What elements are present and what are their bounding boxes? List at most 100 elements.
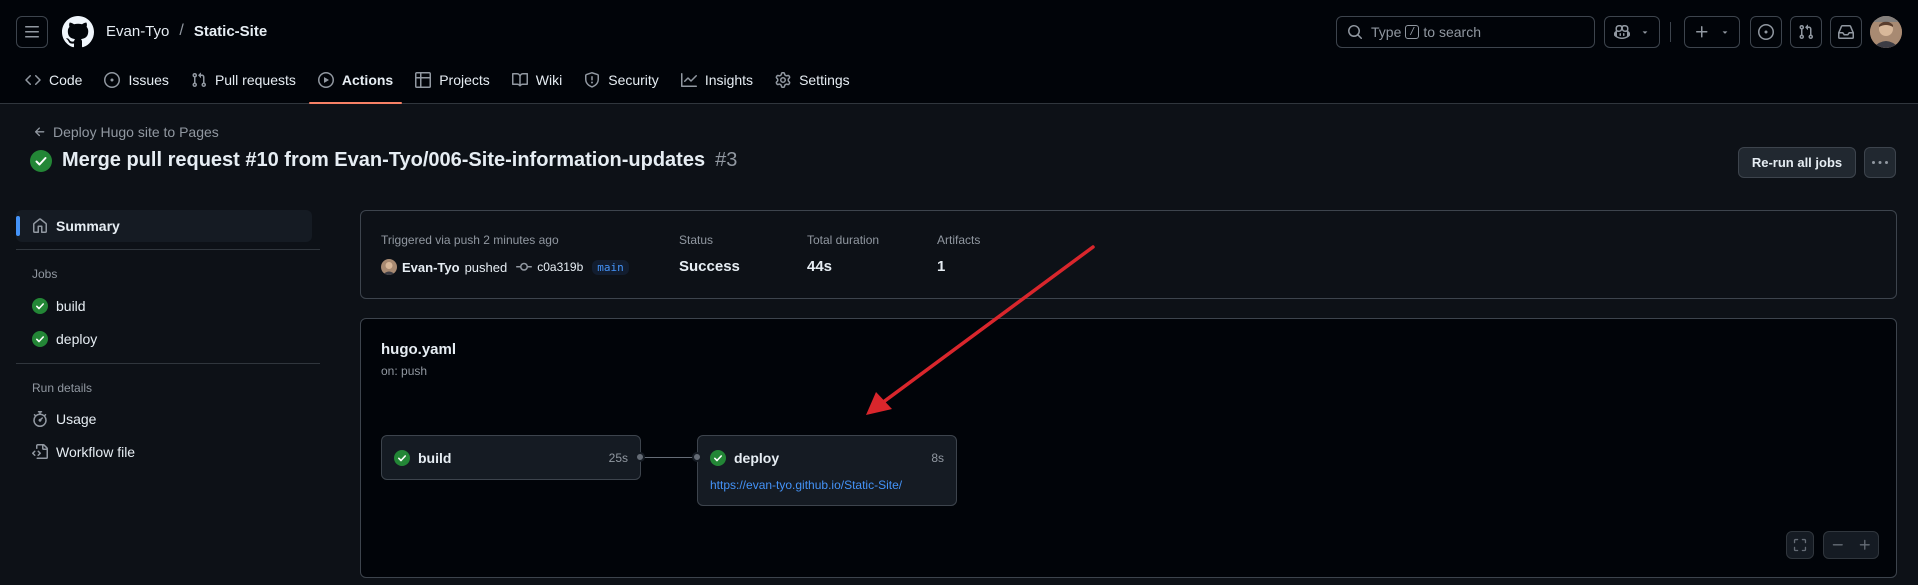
tab-insights-label: Insights <box>704 72 754 88</box>
breadcrumb-separator: / <box>179 22 184 39</box>
code-icon <box>25 74 41 86</box>
job-connector-line <box>640 457 697 458</box>
job-deploy-duration: 8s <box>931 451 944 465</box>
job-output-node <box>635 452 645 462</box>
actor-avatar[interactable] <box>381 259 397 275</box>
commit-sha-link[interactable]: c0a319b <box>537 260 583 274</box>
repo-breadcrumb: Evan-Tyo / Static-Site <box>106 22 267 40</box>
tab-code[interactable]: Code <box>16 64 91 96</box>
tab-actions-label: Actions <box>341 72 394 88</box>
sidebar-usage-label: Usage <box>56 411 97 427</box>
workflow-trigger: on: push <box>381 364 428 378</box>
avatar[interactable] <box>1870 16 1902 48</box>
home-icon <box>33 218 47 233</box>
status-value: Success <box>679 258 740 275</box>
tab-actions[interactable]: Actions <box>308 64 403 104</box>
trigger-detail: Evan-Tyo pushed c0a319b main <box>381 259 629 275</box>
search-placeholder: Type / to search <box>1371 24 1481 40</box>
zoom-in-icon[interactable] <box>1858 538 1872 552</box>
tab-projects[interactable]: Projects <box>406 64 499 96</box>
tab-issues[interactable]: Issues <box>95 64 177 96</box>
fullscreen-button[interactable] <box>1786 531 1814 559</box>
search-prefix-text: Type <box>1371 24 1402 40</box>
job-deploy-name: deploy <box>734 450 780 466</box>
stopwatch-icon <box>33 411 47 427</box>
deploy-url-link[interactable]: https://evan-tyo.github.io/Static-Site/ <box>710 478 902 492</box>
copilot-button[interactable] <box>1604 16 1660 48</box>
owner-link[interactable]: Evan-Tyo <box>106 23 169 40</box>
status-label: Status <box>679 233 714 247</box>
workflow-back-label: Deploy Hugo site to Pages <box>53 124 219 140</box>
sidebar-item-deploy[interactable]: deploy <box>16 323 312 355</box>
page-title: Merge pull request #10 from Evan-Tyo/006… <box>30 149 737 172</box>
chevron-down-icon <box>1722 31 1728 34</box>
plus-icon <box>1696 26 1708 38</box>
github-logo-icon[interactable] <box>62 16 94 48</box>
repo-link[interactable]: Static-Site <box>194 23 267 40</box>
sidebar-item-summary[interactable]: Summary <box>16 210 312 242</box>
pushed-text: pushed <box>464 259 508 275</box>
repo-nav-tabs: Code Issues Pull requests Actions Projec… <box>16 64 859 104</box>
trigger-label: Triggered via push 2 minutes ago <box>381 233 559 247</box>
search-icon <box>1348 25 1363 40</box>
artifacts-label: Artifacts <box>937 233 981 247</box>
arrow-left-icon <box>34 127 45 137</box>
top-header: Evan-Tyo / Static-Site Type / to search <box>0 0 1918 104</box>
branch-badge[interactable]: main <box>592 259 629 275</box>
issues-button[interactable] <box>1750 16 1782 48</box>
jobs-heading: Jobs <box>32 267 58 281</box>
more-options-button[interactable] <box>1864 147 1896 178</box>
tab-pull-requests-label: Pull requests <box>214 72 296 88</box>
zoom-out-icon[interactable] <box>1831 538 1845 552</box>
workflow-back-link[interactable]: Deploy Hugo site to Pages <box>33 124 219 140</box>
tab-pull-requests[interactable]: Pull requests <box>182 64 305 96</box>
tab-code-label: Code <box>49 72 83 88</box>
book-icon <box>511 72 528 87</box>
tab-projects-label: Projects <box>439 72 490 88</box>
duration-value: 44s <box>807 258 833 275</box>
workflow-graph-panel: hugo.yaml on: push build 25s deploy 8s h… <box>360 318 1897 578</box>
menu-button[interactable] <box>16 16 48 48</box>
success-check-icon <box>710 450 726 466</box>
sidebar-workflow-file-label: Workflow file <box>56 444 136 460</box>
tab-issues-label: Issues <box>128 72 169 88</box>
copilot-icon <box>1614 24 1630 40</box>
artifacts-value[interactable]: 1 <box>937 258 945 275</box>
shield-icon <box>585 72 600 88</box>
pull-request-icon <box>1799 24 1814 40</box>
job-card-build[interactable]: build 25s <box>381 435 641 480</box>
job-build-duration: 25s <box>608 451 628 465</box>
tab-settings[interactable]: Settings <box>766 64 859 96</box>
duration-label: Total duration <box>807 233 880 247</box>
sidebar-divider <box>16 249 320 250</box>
inbox-button[interactable] <box>1830 16 1862 48</box>
tab-security[interactable]: Security <box>575 64 668 96</box>
kebab-horizontal-icon <box>1872 160 1888 164</box>
search-suffix-text: to search <box>1423 24 1481 40</box>
play-icon <box>317 72 334 88</box>
run-summary-panel: Triggered via push 2 minutes ago Evan-Ty… <box>360 210 1897 299</box>
tab-security-label: Security <box>608 72 659 88</box>
search-input[interactable]: Type / to search <box>1336 16 1595 48</box>
run-details-heading: Run details <box>32 381 93 395</box>
tab-wiki[interactable]: Wiki <box>503 64 571 96</box>
gear-icon <box>775 72 791 88</box>
sidebar-item-workflow-file[interactable]: Workflow file <box>16 436 312 468</box>
sidebar-divider <box>16 363 320 364</box>
tab-insights[interactable]: Insights <box>672 64 762 96</box>
create-new-button[interactable] <box>1684 16 1740 48</box>
sidebar-item-build[interactable]: build <box>16 290 312 322</box>
pull-requests-button[interactable] <box>1790 16 1822 48</box>
workflow-file-name[interactable]: hugo.yaml <box>381 341 456 358</box>
job-card-deploy[interactable]: deploy 8s https://evan-tyo.github.io/Sta… <box>697 435 957 506</box>
rerun-all-jobs-button[interactable]: Re-run all jobs <box>1738 147 1856 178</box>
tab-wiki-label: Wiki <box>535 72 563 88</box>
success-check-icon <box>394 450 410 466</box>
sidebar-item-usage[interactable]: Usage <box>16 403 312 435</box>
actor-link[interactable]: Evan-Tyo <box>402 260 460 275</box>
run-title: Merge pull request #10 from Evan-Tyo/006… <box>62 149 706 171</box>
file-code-icon <box>32 444 48 459</box>
graph-icon <box>680 73 697 87</box>
sidebar-deploy-label: deploy <box>56 331 98 347</box>
header-divider <box>1670 22 1671 42</box>
